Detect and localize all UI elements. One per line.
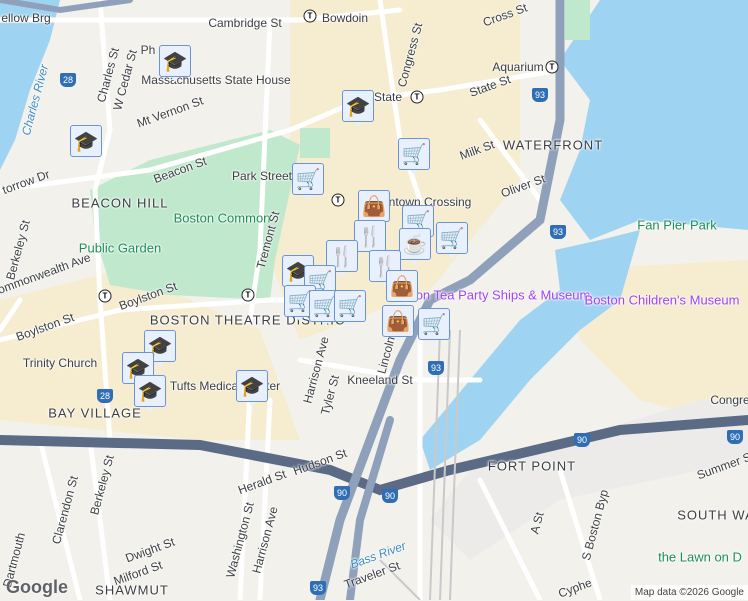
map-label-fort-point: FORT POINT bbox=[487, 458, 577, 474]
transit-station-icon[interactable]: T bbox=[331, 193, 345, 207]
map-attribution[interactable]: Map data ©2026 Google bbox=[630, 585, 748, 600]
map-label-fan-pier: Fan Pier Park bbox=[637, 217, 717, 233]
map-label-public-garden: Public Garden bbox=[78, 240, 162, 256]
shopping-cart-icon: 🛒 bbox=[398, 138, 430, 170]
map-marker-shopping-cart[interactable]: 🛒 bbox=[334, 290, 366, 330]
map-label-kneeland: Kneeland St bbox=[347, 373, 413, 387]
transit-station-icon[interactable]: T bbox=[241, 288, 255, 302]
highway-shield-r28: 28 bbox=[60, 73, 76, 87]
map-marker-shopping-cart[interactable]: 🛒 bbox=[418, 308, 450, 348]
map-label-tea-party: Boston Tea Party Ships & Museum bbox=[389, 287, 591, 303]
school-icon: 🎓 bbox=[134, 375, 166, 407]
google-logo[interactable]: Google bbox=[6, 577, 68, 598]
shopping-cart-icon: 🛒 bbox=[292, 163, 324, 195]
map-marker-shopping-bag[interactable]: 👜 bbox=[382, 305, 414, 345]
map-label-congress2: Congre bbox=[710, 393, 748, 407]
map-label-hollow: ellow Brg bbox=[1, 11, 51, 25]
shopping-cart-icon: 🛒 bbox=[334, 290, 366, 322]
map-label-bowdoin: Bowdoin bbox=[321, 11, 369, 25]
shopping-bag-icon: 👜 bbox=[386, 270, 418, 302]
map-label-shawmut: SHAWMUT bbox=[95, 582, 169, 598]
highway-shield-i90: 90 bbox=[574, 433, 590, 447]
map-marker-coffee[interactable]: ☕ bbox=[399, 228, 431, 268]
map-marker-shopping-bag[interactable]: 👜 bbox=[386, 270, 418, 310]
map-label-beacon-hill: BEACON HILL bbox=[71, 195, 169, 211]
highway-shield-i93: 93 bbox=[550, 225, 566, 239]
shopping-cart-icon: 🛒 bbox=[436, 222, 468, 254]
map-marker-school[interactable]: 🎓 bbox=[134, 375, 166, 415]
map-marker-school[interactable]: 🎓 bbox=[342, 90, 374, 130]
map-marker-shopping-cart[interactable]: 🛒 bbox=[292, 163, 324, 203]
map-label-aquarium: Aquarium bbox=[492, 60, 544, 74]
transit-station-icon[interactable]: T bbox=[410, 90, 424, 104]
highway-shield-i90: 90 bbox=[382, 489, 398, 503]
highway-shield-r28: 28 bbox=[97, 389, 113, 403]
highway-shield-i93: 93 bbox=[428, 361, 444, 375]
shopping-bag-icon: 👜 bbox=[358, 190, 390, 222]
transit-station-icon[interactable]: T bbox=[98, 289, 112, 303]
map-label-boston-common: Boston Common bbox=[173, 210, 271, 226]
map-label-bay-village: BAY VILLAGE bbox=[48, 405, 142, 421]
highway-shield-i93: 93 bbox=[532, 88, 548, 102]
map-marker-school[interactable]: 🎓 bbox=[236, 370, 268, 410]
coffee-icon: ☕ bbox=[399, 228, 431, 260]
map-label-park-street: Park Street bbox=[231, 169, 293, 183]
transit-station-icon[interactable]: T bbox=[303, 9, 317, 23]
highway-shield-i90: 90 bbox=[334, 486, 350, 500]
map-label-trinity: Trinity Church bbox=[22, 356, 98, 370]
transit-station-icon[interactable]: T bbox=[545, 60, 559, 74]
map-label-cambridge: Cambridge St bbox=[208, 16, 282, 30]
map-marker-shopping-cart[interactable]: 🛒 bbox=[436, 222, 468, 262]
map-label-state: State bbox=[373, 90, 403, 104]
map-marker-school[interactable]: 🎓 bbox=[159, 45, 191, 85]
shopping-cart-icon: 🛒 bbox=[418, 308, 450, 340]
school-icon: 🎓 bbox=[342, 90, 374, 122]
map-label-south-water: SOUTH WATER bbox=[677, 507, 748, 523]
restaurant-icon: 🍴 bbox=[354, 220, 386, 252]
shopping-bag-icon: 👜 bbox=[382, 305, 414, 337]
highway-shield-i90: 90 bbox=[727, 430, 743, 444]
map-label-lawn: the Lawn on D bbox=[658, 549, 742, 565]
school-icon: 🎓 bbox=[159, 45, 191, 77]
map-marker-school[interactable]: 🎓 bbox=[70, 125, 102, 165]
school-icon: 🎓 bbox=[70, 125, 102, 157]
map-label-waterfront: WATERFRONT bbox=[502, 137, 604, 153]
map-marker-shopping-cart[interactable]: 🛒 bbox=[398, 138, 430, 178]
map-label-ph: Ph bbox=[140, 43, 156, 57]
highway-shield-i93: 93 bbox=[310, 581, 326, 595]
map-label-children: Boston Children's Museum bbox=[584, 292, 740, 308]
school-icon: 🎓 bbox=[236, 370, 268, 402]
